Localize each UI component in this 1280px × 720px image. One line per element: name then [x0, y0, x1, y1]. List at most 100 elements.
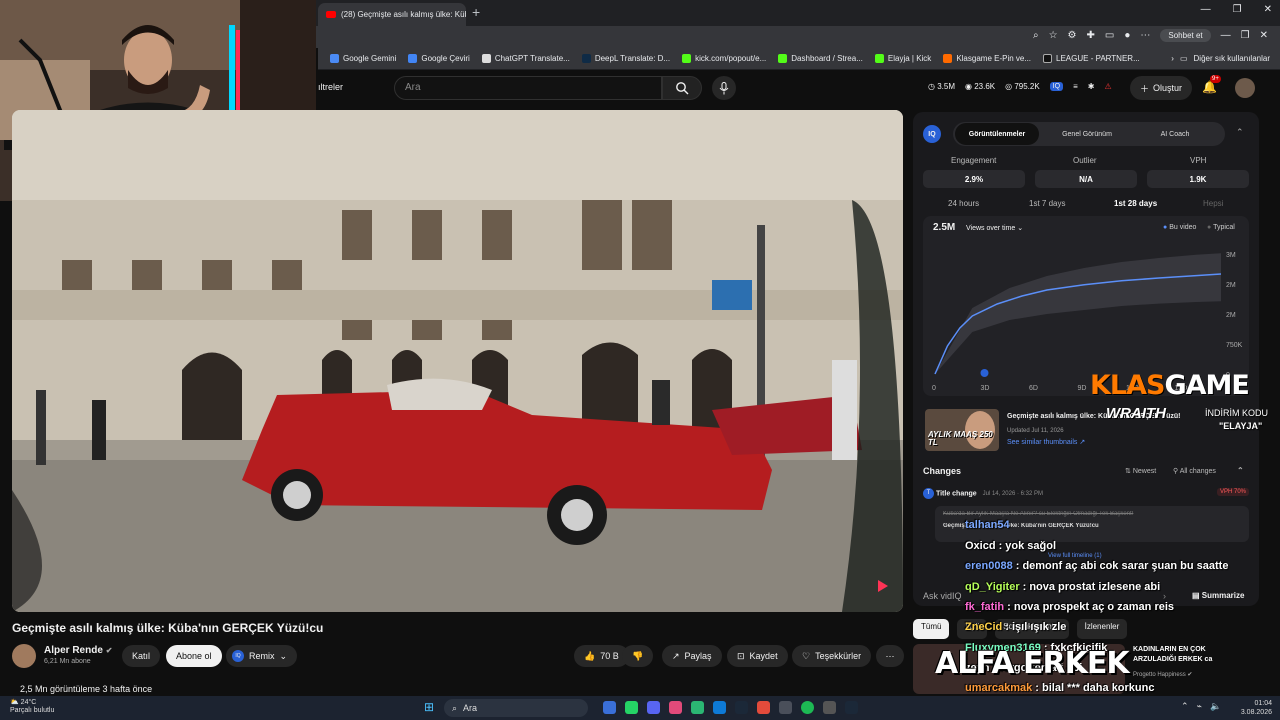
ask-vidiq-input[interactable]: Ask vidIQ [923, 591, 962, 601]
extension-icon[interactable]: ⚙ [1068, 30, 1077, 41]
period-7d[interactable]: 1st 7 days [1029, 199, 1065, 208]
period-28d[interactable]: 1st 28 days [1114, 199, 1157, 208]
zoom-icon[interactable]: ⌕ [1033, 30, 1039, 41]
media-app-icon[interactable] [669, 701, 682, 714]
bookmark-chatgpt[interactable]: ChatGPT Translate... [481, 54, 570, 63]
bookmark-elayja-kick[interactable]: Elayja | Kick [874, 54, 931, 63]
bug-icon[interactable]: ✱ [1088, 82, 1095, 91]
view-full-timeline-link[interactable]: View full timeline (1) [1048, 553, 1102, 559]
list-icon[interactable]: ≡ [1073, 82, 1078, 91]
tab-ai-coach[interactable]: AI Coach [1133, 123, 1217, 145]
steam-icon[interactable] [845, 701, 858, 714]
join-button[interactable]: Katıl [122, 645, 161, 667]
chevron-up-icon[interactable]: ⌃ [1181, 701, 1189, 712]
channel-avatar[interactable] [12, 644, 36, 668]
vph-badge: VPH 70% [1216, 488, 1249, 496]
vidiq-panel: IQ Görüntülenmeler Genel Görünüm AI Coac… [913, 112, 1259, 606]
other-bookmarks[interactable]: › ▭ Diğer sık kullanılanlar [1171, 54, 1270, 63]
x-tick-label: 6D [1029, 385, 1038, 392]
weather-widget[interactable]: ⛅ 24°C Parçalı bulutlu [10, 699, 54, 715]
discount-code-label: İNDİRİM KODU [1205, 408, 1268, 418]
bookmark-league[interactable]: LEAGUE - PARTNER... [1043, 54, 1140, 63]
system-tray: ⌃ ⌁ 🔈 [1181, 701, 1221, 712]
sort-newest[interactable]: ⇅ Newest [1125, 467, 1156, 475]
sidebar-icon[interactable]: ▭ [1105, 30, 1114, 41]
taskbar-clock[interactable]: 01:04 3.08.2026 [1241, 699, 1272, 717]
bookmark-kick-popout[interactable]: kick.com/popout/e... [682, 54, 766, 63]
spotify-icon[interactable] [801, 701, 814, 714]
search-input[interactable]: Ara [394, 76, 662, 100]
chip-all[interactable]: Tümü [913, 619, 950, 639]
bookmark-gemini[interactable]: Google Gemini [330, 54, 396, 63]
voice-search-button[interactable] [712, 76, 736, 100]
start-icon[interactable]: ⊞ [424, 700, 434, 714]
video-thumbnail[interactable]: AYLIK MAAŞ 250 TL [925, 409, 999, 451]
tab-views[interactable]: Görüntülenmeler [955, 123, 1039, 145]
save-button[interactable]: ⊡ Kaydet [727, 645, 788, 667]
filters-label[interactable]: ıltreler [318, 82, 343, 92]
bookmark-ceviri[interactable]: Google Çeviri [408, 54, 470, 63]
taskbar-app-icon[interactable] [603, 701, 616, 714]
see-similar-thumbnails-link[interactable]: See similar thumbnails ↗ [1007, 438, 1085, 446]
bookmark-dashboard[interactable]: Dashboard / Strea... [778, 54, 863, 63]
network-icon[interactable]: ⌁ [1197, 701, 1202, 712]
filter-all-changes[interactable]: ⚲ All changes [1173, 467, 1216, 475]
app-icon[interactable] [691, 701, 704, 714]
chat-message: eren0088: demonf aç abi cok sarar şuan b… [965, 560, 1228, 572]
sohbet-button[interactable]: Sohbet et [1160, 29, 1211, 42]
dislike-button[interactable]: 👎 [622, 645, 654, 667]
collapse-changes-icon[interactable]: ⌃ [1237, 466, 1244, 475]
notifications-button[interactable]: 🔔 9+ [1202, 75, 1221, 94]
steam-icon[interactable] [735, 701, 748, 714]
close-icon[interactable]: ✕ [1260, 30, 1268, 41]
send-icon[interactable]: › [1163, 591, 1166, 601]
create-button[interactable]: ＋ Oluştur [1130, 76, 1193, 100]
discord-icon[interactable] [647, 701, 660, 714]
recommended-video-title[interactable]: KADINLARIN EN ÇOK ARZULADIĞI ERKEK ca [1133, 645, 1243, 665]
bookmark-klasgame[interactable]: Klasgame E-Pin ve... [943, 54, 1031, 63]
star-icon[interactable]: ☆ [1049, 30, 1058, 41]
chrome-icon[interactable] [757, 701, 770, 714]
bookmarks-bar: Google Gemini Google Çeviri ChatGPT Tran… [318, 48, 1280, 70]
channel-subscribers: 6,21 Mn abone [44, 658, 91, 665]
app-icon[interactable] [779, 701, 792, 714]
extensions-puzzle-icon[interactable]: ✚ [1087, 30, 1095, 41]
thumbnail-updated: Updated Jul 11, 2026 [1007, 428, 1064, 434]
whatsapp-icon[interactable] [625, 701, 638, 714]
collapse-icon[interactable]: ⌃ [1236, 127, 1244, 138]
chatgpt-icon [481, 54, 491, 63]
close-window-icon[interactable]: ✕ [1264, 4, 1272, 15]
tab-overview[interactable]: Genel Görünüm [1045, 123, 1129, 145]
period-24h[interactable]: 24 hours [948, 199, 979, 208]
vidiq-icon[interactable]: IQ [1049, 82, 1064, 91]
maximize-icon[interactable]: ❐ [1233, 4, 1242, 15]
restore-icon[interactable]: ❐ [1241, 30, 1250, 41]
edge-icon[interactable] [713, 701, 726, 714]
taskbar-search[interactable]: ⌕ Ara [444, 699, 588, 717]
account-avatar[interactable] [1235, 78, 1255, 98]
channel-name[interactable]: Alper Rende ✔ [44, 645, 112, 656]
profile-avatar[interactable]: ● [1124, 30, 1130, 41]
summarize-button[interactable]: ▤ Summarize [1192, 591, 1244, 600]
views-over-time-chart: 3M2M2M750K00 3D 6D 9D 12D 15D [932, 252, 1243, 392]
minimize-icon[interactable]: — [1201, 4, 1211, 15]
minimize-icon[interactable]: — [1221, 30, 1231, 41]
volume-icon[interactable]: 🔈 [1210, 701, 1221, 712]
thanks-button[interactable]: ♡ Teşekkürler [792, 645, 872, 667]
menu-dots-icon[interactable]: ⋯ [1140, 30, 1150, 41]
subscribe-button[interactable]: Abone ol [166, 645, 222, 667]
more-actions-button[interactable]: ⋯ [876, 645, 904, 667]
like-button[interactable]: 👍 70 B [574, 645, 629, 667]
search-button[interactable] [662, 76, 702, 100]
alert-icon[interactable]: ⚠ [1104, 82, 1111, 91]
video-player[interactable] [12, 110, 903, 612]
bookmark-deepl[interactable]: DeepL Translate: D... [581, 54, 670, 63]
share-button[interactable]: ↗ Paylaş [662, 645, 722, 667]
chip-watched[interactable]: İzlenenler [1076, 619, 1128, 639]
new-tab-icon[interactable]: + [472, 4, 480, 20]
app-icon[interactable] [823, 701, 836, 714]
browser-tab[interactable]: (28) Geçmişte asılı kalmış ülke: Küb ✕ [318, 3, 466, 26]
youtube-header: ıltreler Ara ◷ 3.5M ◉ 23.6K ◎ 795.2K IQ … [318, 70, 1280, 106]
period-all[interactable]: Hepsi [1203, 199, 1223, 208]
remix-button[interactable]: IQ Remix ⌄ [226, 645, 298, 667]
